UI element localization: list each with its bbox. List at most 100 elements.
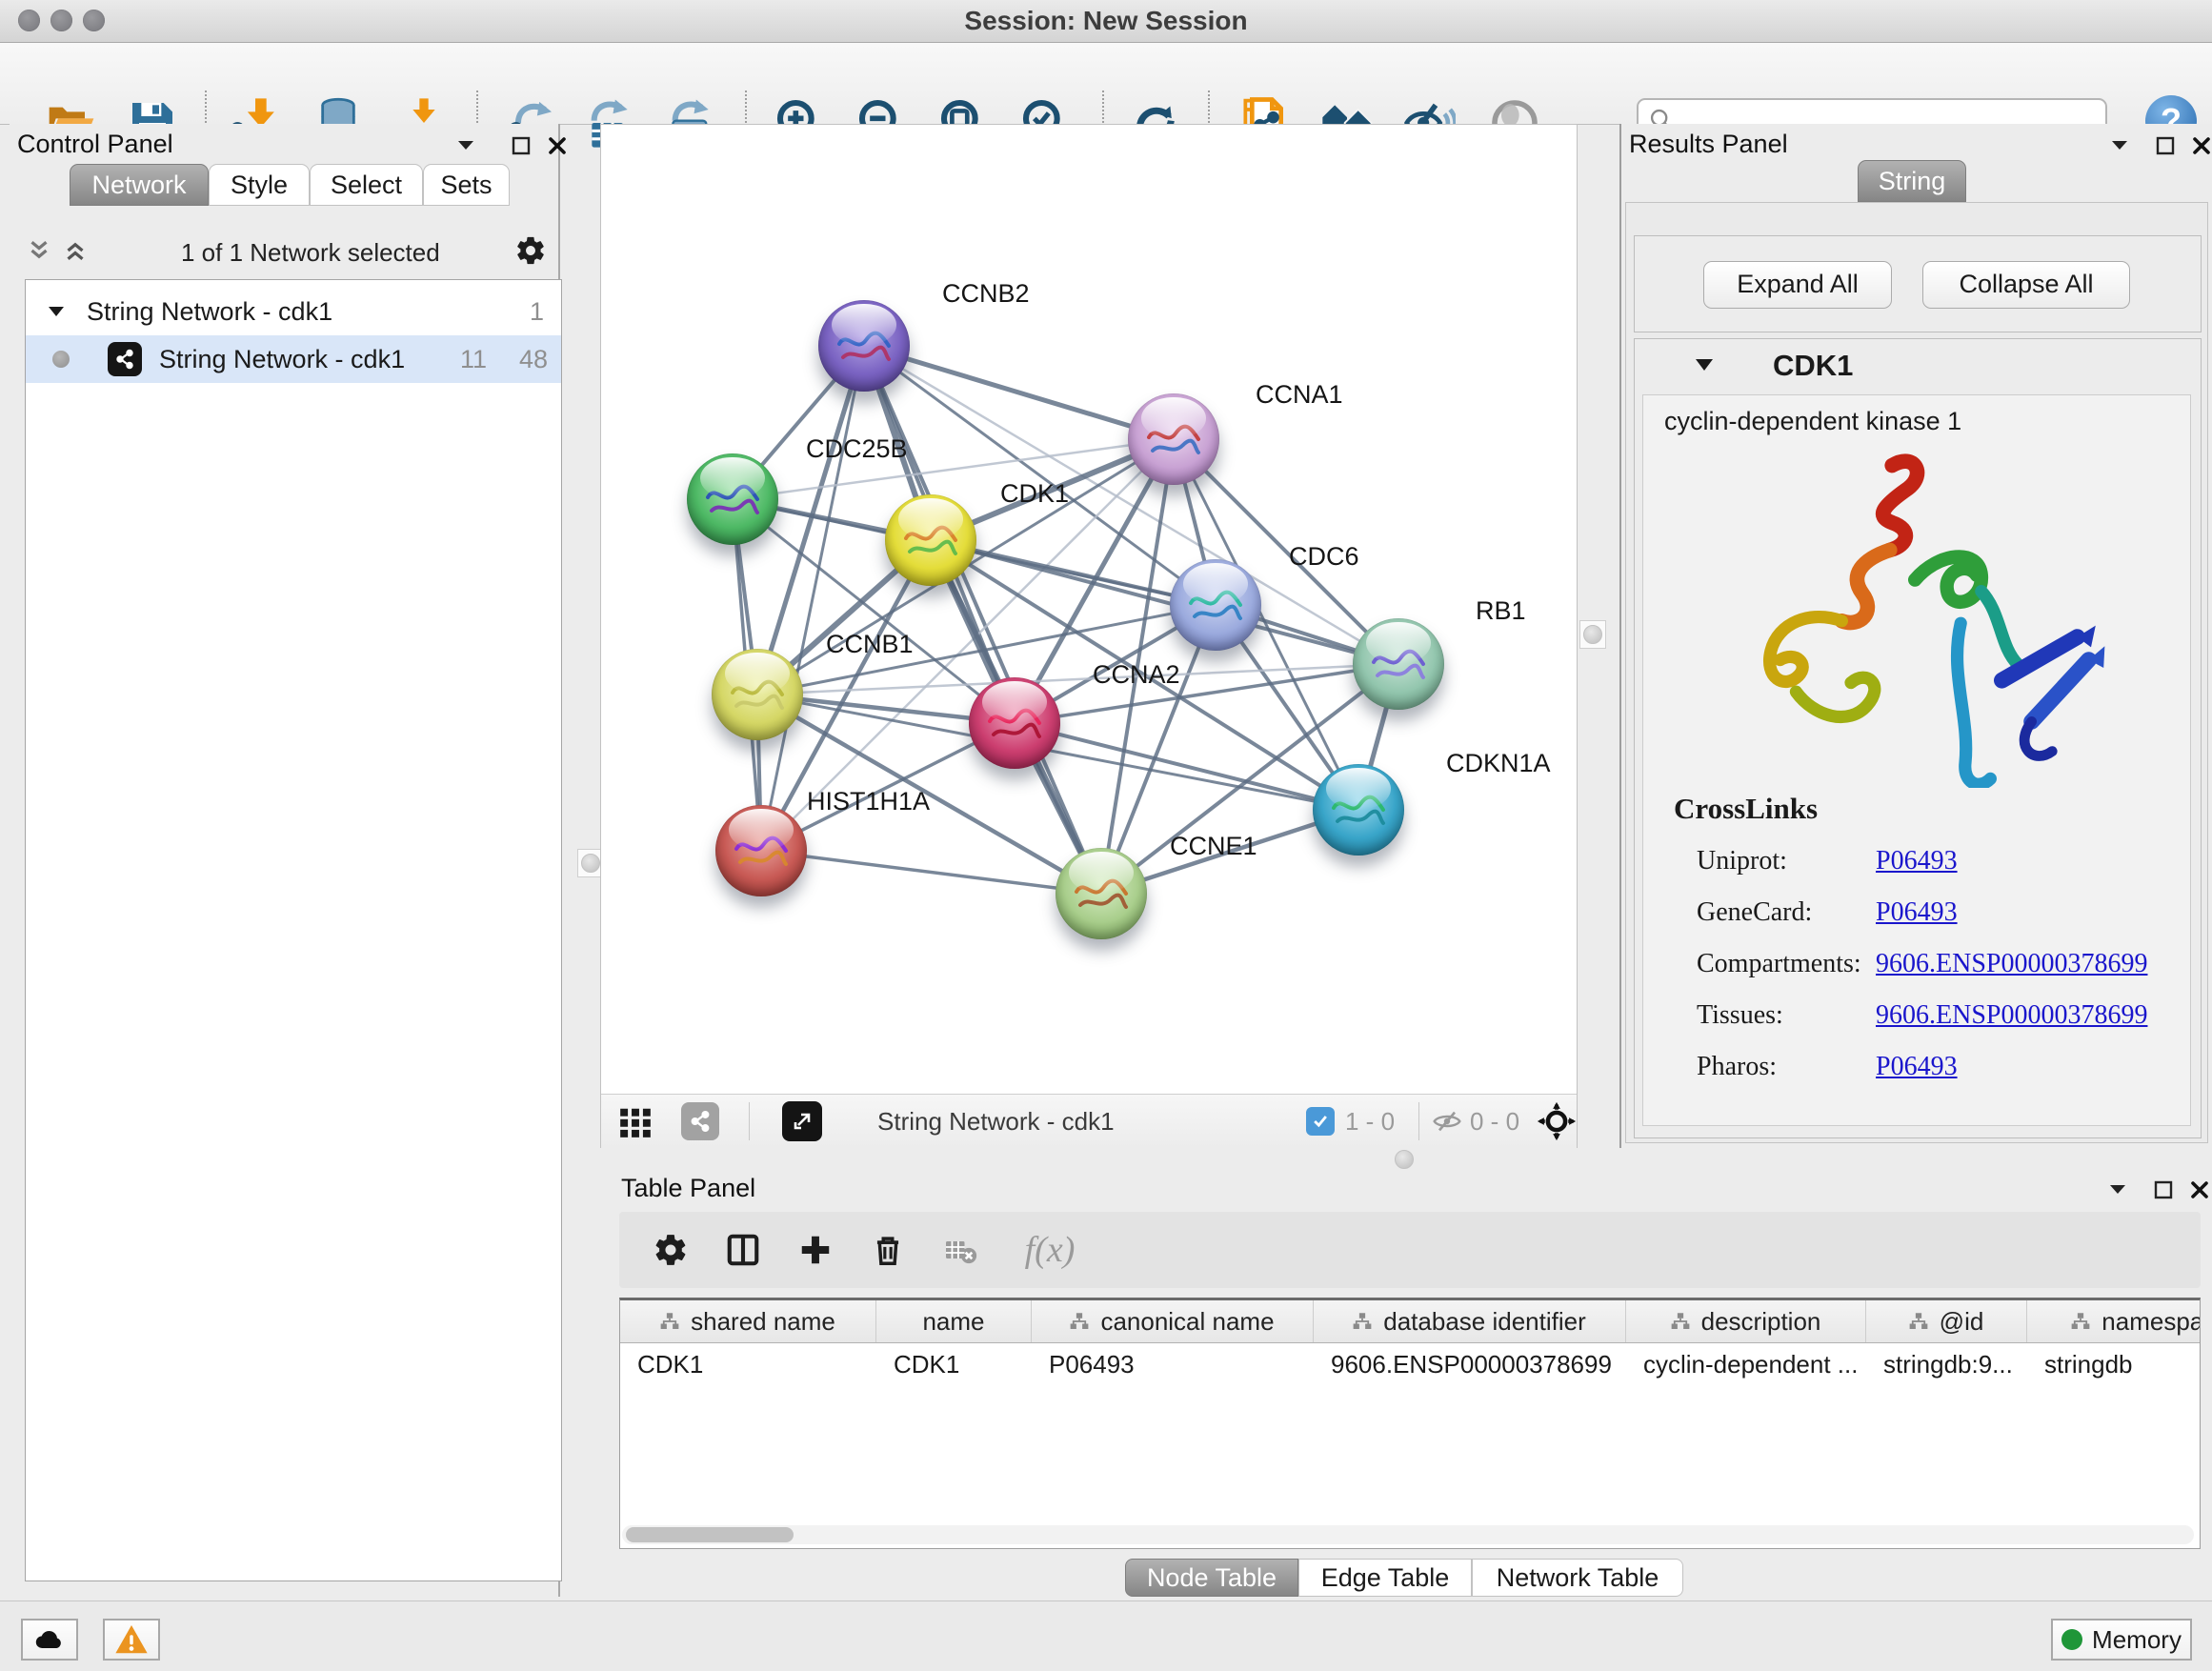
tab-sets[interactable]: Sets [423,164,510,206]
show-columns-icon[interactable] [722,1229,764,1271]
column-header-description[interactable]: description [1626,1300,1866,1342]
panel-menu-icon[interactable] [455,137,476,157]
bottom-splitter-handle[interactable] [1391,1149,1418,1170]
node-description: cyclin-dependent kinase 1 [1664,407,1961,436]
status-bar: Memory [0,1601,2212,1671]
collapse-arrow-icon[interactable] [1694,356,1715,373]
table-cell[interactable]: CDK1 [620,1343,876,1385]
node-gloss [898,498,962,540]
table-cell[interactable]: stringdb [2027,1343,2201,1385]
close-panel-icon[interactable] [2191,135,2212,161]
collapse-arrow-icon[interactable] [47,304,66,319]
grid-view-icon[interactable] [617,1104,654,1145]
string-network-icon [108,342,142,376]
column-header-name[interactable]: name [876,1300,1032,1342]
node-result-section: CDK1 cyclin-dependent kinase 1 [1634,338,2202,1138]
network-canvas[interactable]: CCNB2CCNA1CDC25BCDK1CDC6RB1CCNB1CCNA2CDK… [601,125,1577,1094]
warnings-button[interactable] [103,1619,160,1661]
crosslink-link[interactable]: P06493 [1876,846,1958,876]
scrollbar-thumb[interactable] [626,1527,794,1542]
table-cell[interactable]: CDK1 [876,1343,1032,1385]
expand-all-button[interactable]: Expand All [1703,261,1892,309]
node-count: 11 [460,345,487,374]
footer-network-name: String Network - cdk1 [877,1107,1115,1137]
crosslink-link[interactable]: P06493 [1876,897,1958,928]
network-node-cdk1[interactable] [885,494,976,586]
column-header--id[interactable]: @id [1866,1300,2027,1342]
add-column-icon[interactable] [794,1229,836,1271]
network-node-cdc6[interactable] [1170,559,1261,651]
tab-network-table[interactable]: Network Table [1472,1559,1683,1597]
network-collection-count: 1 [530,297,544,327]
node-gloss [1183,563,1247,605]
network-node-ccna1[interactable] [1128,393,1219,485]
hidden-eye-icon[interactable] [1432,1106,1462,1141]
network-collection-row[interactable]: String Network - cdk1 1 [26,288,561,335]
crosslink-link[interactable]: 9606.ENSP00000378699 [1876,1000,2147,1031]
column-header-canonical-name[interactable]: canonical name [1032,1300,1314,1342]
table-settings-gear-icon[interactable] [650,1229,692,1271]
cloud-status-button[interactable] [21,1619,78,1661]
network-node-rb1[interactable] [1353,618,1444,710]
selected-checkbox-icon[interactable] [1306,1107,1335,1136]
birdseye-crosshair-icon[interactable] [1537,1101,1577,1146]
right-splitter-handle[interactable] [1579,620,1606,649]
column-label: @id [1940,1307,1984,1337]
node-label-ccnb1: CCNB1 [826,630,914,659]
table-row[interactable]: CDK1CDK1P064939606.ENSP00000378699cyclin… [620,1343,2200,1385]
collapse-all-button[interactable]: Collapse All [1922,261,2130,309]
column-header-shared-name[interactable]: shared name [620,1300,876,1342]
function-builder-icon[interactable]: f(x) [1012,1229,1088,1271]
memory-label: Memory [2092,1625,2182,1655]
crosslinks-list: Uniprot:P06493GeneCard:P06493Compartment… [1697,836,2173,1093]
string-network-badge-icon[interactable] [681,1102,719,1140]
tab-style[interactable]: Style [209,164,310,206]
close-panel-icon[interactable] [547,135,568,161]
expand-all-icon[interactable] [61,236,90,270]
tab-edge-table[interactable]: Edge Table [1298,1559,1472,1597]
column-type-icon [1353,1312,1372,1331]
tab-select[interactable]: Select [310,164,423,206]
node-result-header[interactable]: CDK1 [1635,339,2201,393]
column-label: database identifier [1383,1307,1585,1337]
column-header-namespace[interactable]: namespace [2027,1300,2201,1342]
crosslink-row: GeneCard:P06493 [1697,887,2173,938]
panel-menu-icon[interactable] [2107,1181,2128,1201]
close-panel-icon[interactable] [2189,1179,2210,1205]
main-toolbar: ? [0,43,2212,125]
float-panel-icon[interactable] [511,135,532,161]
tab-network[interactable]: Network [70,164,209,206]
node-gloss [1366,622,1430,664]
collapse-all-icon[interactable] [25,236,53,270]
crosslink-link[interactable]: 9606.ENSP00000378699 [1876,949,2147,979]
gear-icon[interactable] [514,234,547,272]
crosslink-link[interactable]: P06493 [1876,1052,1958,1082]
network-node-cdkn1a[interactable] [1313,764,1404,856]
column-header-database-identifier[interactable]: database identifier [1314,1300,1626,1342]
delete-table-icon[interactable] [939,1229,981,1271]
network-node-cdc25b[interactable] [687,453,778,545]
open-in-new-icon[interactable] [782,1101,822,1141]
table-cell[interactable]: 9606.ENSP00000378699 [1314,1343,1626,1385]
table-cell[interactable]: P06493 [1032,1343,1314,1385]
table-cell[interactable]: stringdb:9... [1866,1343,2027,1385]
network-row-selected[interactable]: String Network - cdk1 11 48 [26,335,561,383]
tab-string[interactable]: String [1858,160,1966,202]
control-panel: Control Panel NetworkStyleSelectSets 1 o… [10,124,560,1597]
network-node-ccnb2[interactable] [818,300,910,392]
network-view-footer: String Network - cdk1 1 - 0 0 - 0 [601,1094,1577,1148]
delete-column-trash-icon[interactable] [867,1229,909,1271]
panel-menu-icon[interactable] [2109,137,2130,157]
network-node-ccnb1[interactable] [712,649,803,740]
float-panel-icon[interactable] [2153,1179,2174,1205]
table-cell[interactable]: cyclin-dependent ... [1626,1343,1866,1385]
crosslink-label: Tissues: [1697,1000,1876,1031]
tab-node-table[interactable]: Node Table [1125,1559,1298,1597]
network-node-ccna2[interactable] [969,677,1060,769]
node-gloss [1069,852,1133,894]
network-node-ccne1[interactable] [1056,848,1147,939]
float-panel-icon[interactable] [2155,135,2176,161]
memory-button[interactable]: Memory [2051,1619,2192,1661]
network-node-hist1h1a[interactable] [715,805,807,896]
column-type-icon [2071,1312,2090,1331]
